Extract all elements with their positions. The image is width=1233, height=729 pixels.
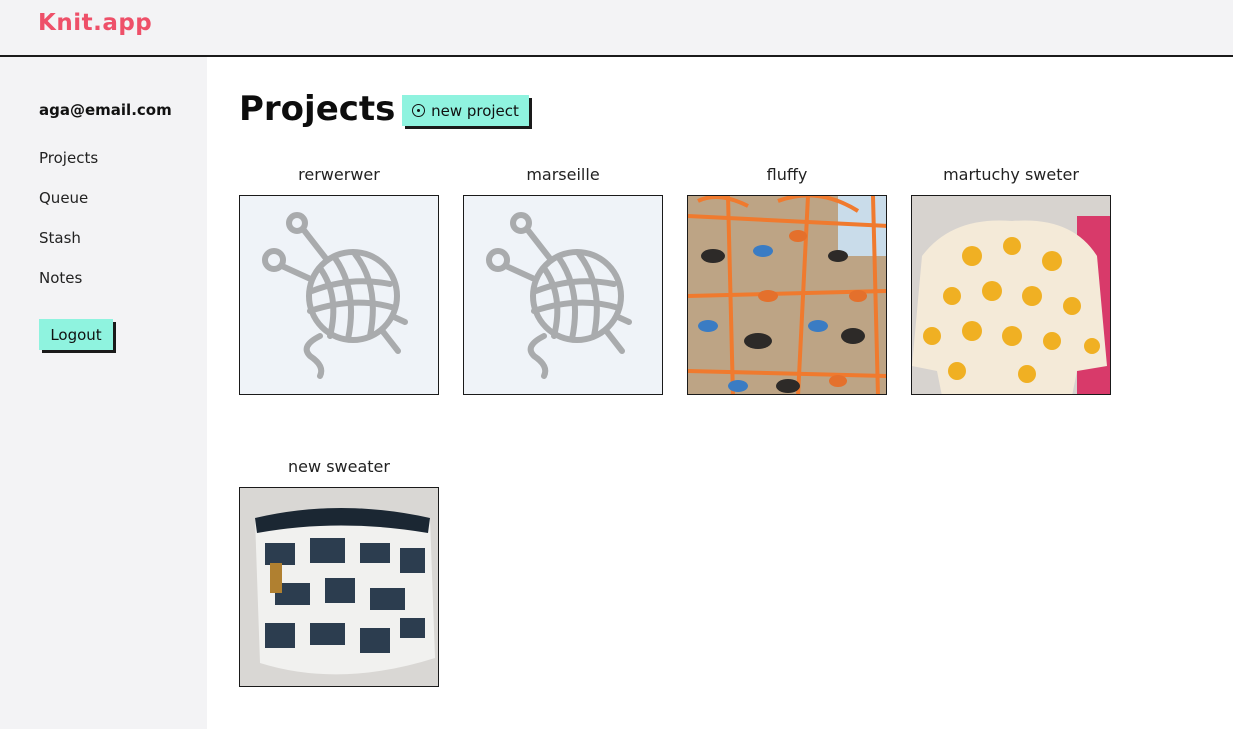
- project-card[interactable]: marseille: [463, 165, 663, 395]
- sidebar: aga@email.com Projects Queue Stash Notes…: [0, 57, 207, 729]
- new-project-label: new project: [431, 101, 519, 120]
- project-card[interactable]: martuchy sweter: [911, 165, 1111, 395]
- sidebar-item-stash[interactable]: Stash: [39, 229, 81, 247]
- top-bar: Knit.app: [0, 0, 1233, 57]
- yarn-placeholder-icon[interactable]: [463, 195, 663, 395]
- project-name: rerwerwer: [298, 165, 380, 184]
- add-circle-icon: [412, 104, 426, 117]
- user-email: aga@email.com: [39, 101, 172, 119]
- project-bag-photo[interactable]: [239, 487, 439, 687]
- sidebar-item-queue[interactable]: Queue: [39, 189, 88, 207]
- project-name: fluffy: [766, 165, 808, 184]
- sidebar-item-notes[interactable]: Notes: [39, 269, 82, 287]
- orange-sweater-photo[interactable]: [911, 195, 1111, 395]
- project-name: martuchy sweter: [943, 165, 1079, 184]
- project-name: marseille: [526, 165, 600, 184]
- project-card[interactable]: rerwerwer: [239, 165, 439, 395]
- main-content: Projects new project rerwerwer marseille…: [207, 57, 1233, 729]
- project-name: new sweater: [288, 457, 390, 476]
- sidebar-item-projects[interactable]: Projects: [39, 149, 98, 167]
- new-project-button[interactable]: new project: [402, 95, 529, 126]
- page-title: Projects: [239, 89, 396, 129]
- project-card[interactable]: new sweater: [239, 457, 439, 687]
- project-card[interactable]: fluffy: [687, 165, 887, 395]
- logout-button[interactable]: Logout: [39, 319, 113, 350]
- app-logo[interactable]: Knit.app: [38, 10, 152, 36]
- dinosaur-fabric-photo[interactable]: [687, 195, 887, 395]
- yarn-placeholder-icon[interactable]: [239, 195, 439, 395]
